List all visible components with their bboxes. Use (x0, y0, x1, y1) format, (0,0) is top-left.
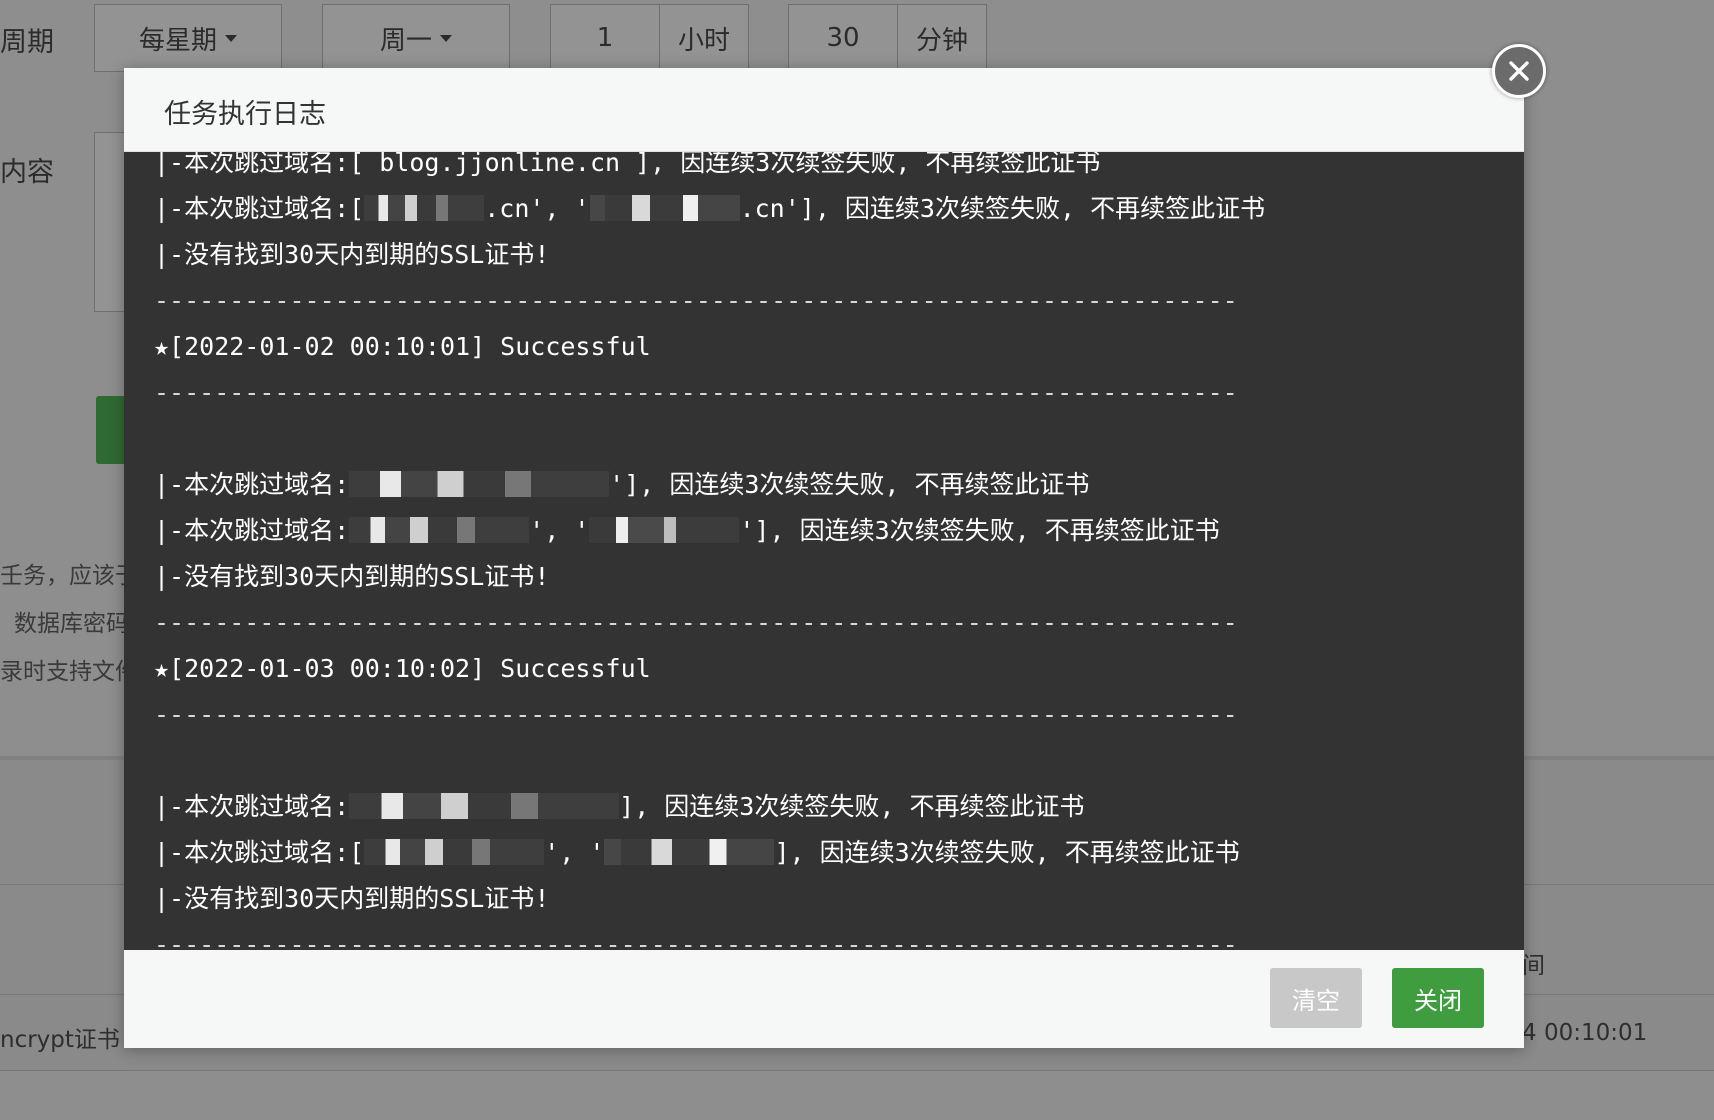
clear-button[interactable]: 清空 (1270, 968, 1362, 1028)
table-cell-time: 4 00:10:01 (1522, 1020, 1648, 1046)
minute-unit: 分钟 (897, 4, 987, 72)
log-line-text: ★[2022-01-02 00:10:01] Successful (154, 332, 651, 361)
log-line: |-本次跳过域名: ', ' '], 因连续3次续签失败, 不再续签此证书 (154, 508, 1494, 554)
log-line-suffix: .cn'], 因连续3次续签失败, 不再续签此证书 (739, 194, 1266, 223)
log-line: ----------------------------------------… (154, 600, 1494, 646)
hour-input[interactable]: 1 (550, 4, 660, 72)
log-output[interactable]: |-本次跳过域名:[ blog.jjonline.cn ], 因连续3次续签失败… (124, 152, 1524, 1018)
close-icon-glyph (1509, 61, 1529, 81)
log-line: |-本次跳过域名: ], 因连续3次续签失败, 不再续签此证书 (154, 784, 1494, 830)
log-line: |-本次跳过域名:[ blog.jjonline.cn ], 因连续3次续签失败… (154, 152, 1494, 186)
log-line: |-本次跳过域名: '], 因连续3次续签失败, 不再续签此证书 (154, 462, 1494, 508)
log-line: |-没有找到30天内到期的SSL证书! (154, 554, 1494, 600)
log-line: ★[2022-01-03 00:10:02] Successful (154, 646, 1494, 692)
dialog-header: 任务执行日志 (124, 68, 1524, 152)
log-line-separator: ', ' (529, 516, 590, 545)
close-button[interactable]: 关闭 (1392, 968, 1484, 1028)
log-line-text: ----------------------------------------… (154, 700, 1238, 729)
log-line-text: |-没有找到30天内到期的SSL证书! (154, 884, 550, 913)
log-line-prefix: |-本次跳过域名: (154, 516, 350, 545)
weekday-select-value: 周一 (379, 25, 432, 56)
chevron-down-icon (225, 34, 237, 42)
redacted-domain (589, 195, 740, 221)
log-line-suffix: ], 因连续3次续签失败, 不再续签此证书 (619, 792, 1085, 821)
log-line-text: ★[2022-01-03 00:10:02] Successful (154, 654, 651, 683)
log-line: |-本次跳过域名:[ ', ' ], 因连续3次续签失败, 不再续签此证书 (154, 830, 1494, 876)
log-line: |-本次跳过域名:[ .cn', ' .cn'], 因连续3次续签失败, 不再续签此… (154, 186, 1494, 232)
redacted-domain (604, 839, 775, 865)
hint-line: 数据库密码 (14, 611, 129, 637)
table-divider (0, 1070, 1714, 1071)
redacted-domain (364, 839, 545, 865)
log-line-text: |-没有找到30天内到期的SSL证书! (154, 240, 550, 269)
period-select[interactable]: 每星期 (94, 4, 282, 72)
log-line-prefix: |-本次跳过域名: (154, 470, 350, 499)
close-icon[interactable] (1492, 44, 1546, 98)
log-line-text: |-本次跳过域名:[ blog.jjonline.cn ], 因连续3次续签失败… (154, 152, 1101, 177)
task-log-dialog: 任务执行日志 |-本次跳过域名:[ blog.jjonline.cn ], 因连… (124, 68, 1524, 1048)
log-line-prefix: |-本次跳过域名:[ (154, 838, 365, 867)
table-header-time: 间 (1522, 953, 1545, 979)
log-line-text: |-没有找到30天内到期的SSL证书! (154, 562, 550, 591)
log-line: ----------------------------------------… (154, 278, 1494, 324)
weekday-select[interactable]: 周一 (322, 4, 510, 72)
minute-input[interactable]: 30 (788, 4, 898, 72)
redacted-domain (364, 195, 485, 221)
content-label: 内容 (0, 157, 54, 188)
log-line: ----------------------------------------… (154, 370, 1494, 416)
log-line: |-没有找到30天内到期的SSL证书! (154, 876, 1494, 922)
log-content: |-本次跳过域名:[ blog.jjonline.cn ], 因连续3次续签失败… (154, 152, 1494, 968)
log-line: ----------------------------------------… (154, 692, 1494, 738)
log-line-text: ----------------------------------------… (154, 286, 1238, 315)
redacted-domain (349, 471, 610, 497)
redacted-domain (349, 517, 530, 543)
period-select-value: 每星期 (138, 25, 217, 56)
log-line-text: ----------------------------------------… (154, 378, 1238, 407)
period-label: 周期 (0, 27, 54, 58)
chevron-down-icon (440, 34, 452, 42)
log-line-suffix: '], 因连续3次续签失败, 不再续签此证书 (739, 516, 1220, 545)
log-line-suffix: ], 因连续3次续签失败, 不再续签此证书 (774, 838, 1240, 867)
hour-unit: 小时 (659, 4, 749, 72)
log-line-separator: .cn', ' (484, 194, 590, 223)
log-line-separator: ', ' (544, 838, 605, 867)
table-cell-name: ncrypt证书 (0, 1027, 120, 1053)
log-line-text: ----------------------------------------… (154, 608, 1238, 637)
redacted-domain (589, 517, 740, 543)
log-line-suffix: '], 因连续3次续签失败, 不再续签此证书 (609, 470, 1090, 499)
hint-line: 壬务，应该于 (0, 563, 138, 589)
log-line: |-没有找到30天内到期的SSL证书! (154, 232, 1494, 278)
hint-line: 录时支持文件 (0, 659, 138, 685)
log-line-prefix: |-本次跳过域名: (154, 792, 350, 821)
log-line-prefix: |-本次跳过域名:[ (154, 194, 365, 223)
redacted-domain (349, 793, 620, 819)
dialog-title: 任务执行日志 (164, 99, 326, 130)
log-line: ★[2022-01-02 00:10:01] Successful (154, 324, 1494, 370)
dialog-footer: 清空 关闭 (124, 950, 1524, 1048)
